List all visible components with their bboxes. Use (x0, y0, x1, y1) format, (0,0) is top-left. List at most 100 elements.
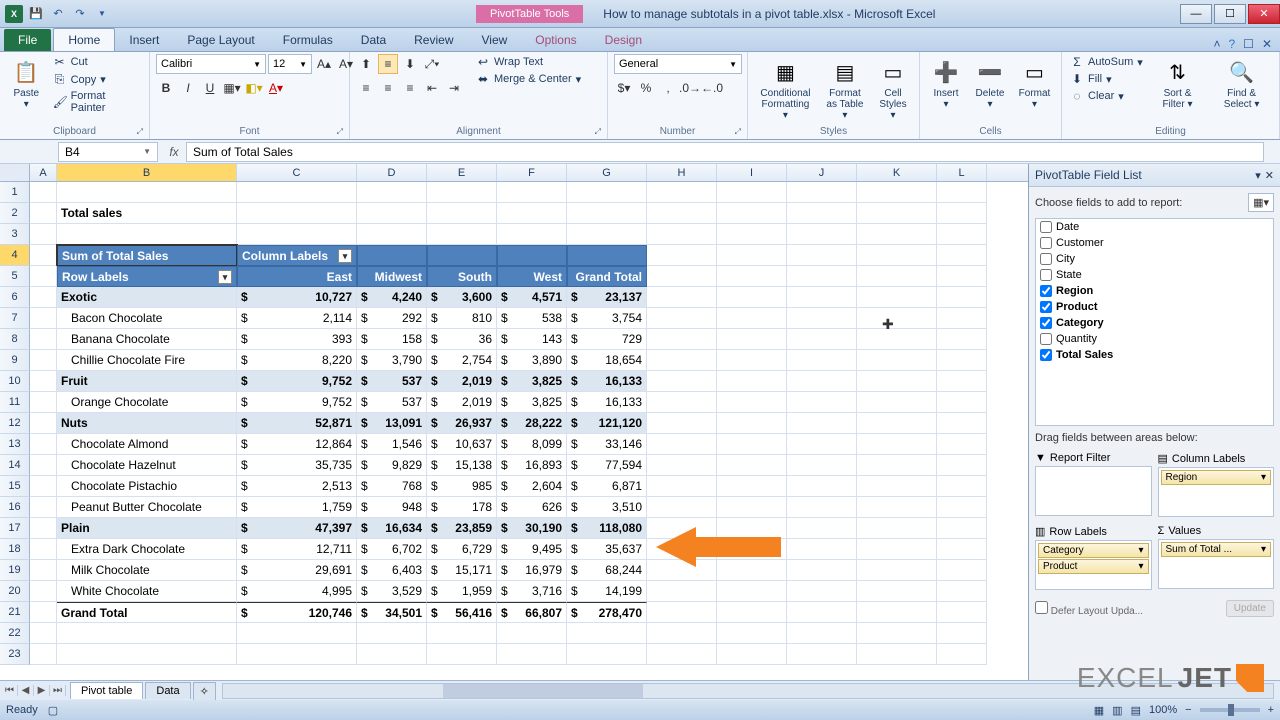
next-sheet-icon[interactable]: ▶ (34, 685, 50, 696)
dialog-launcher-icon[interactable]: ⤢ (337, 127, 343, 137)
grow-font-icon[interactable]: A▴ (314, 54, 334, 74)
decrease-decimal-icon[interactable]: ←.0 (702, 78, 722, 98)
new-sheet-icon[interactable]: ✧ (193, 682, 216, 700)
tab-page-layout[interactable]: Page Layout (173, 29, 268, 51)
prev-sheet-icon[interactable]: ◀ (18, 685, 34, 696)
values-area[interactable]: Sum of Total ...▾ (1158, 539, 1275, 589)
underline-button[interactable]: U (200, 78, 220, 98)
cut-button[interactable]: ✂Cut (51, 54, 143, 70)
tab-formulas[interactable]: Formulas (269, 29, 347, 51)
help-icon[interactable]: ? (1228, 37, 1235, 51)
sheet-tab-data[interactable]: Data (145, 682, 190, 699)
view-break-icon[interactable]: ▤ (1131, 704, 1141, 717)
copy-button[interactable]: ⎘Copy ▾ (51, 71, 143, 88)
format-painter-button[interactable]: 🖌Format Painter (51, 89, 143, 115)
row-labels-area[interactable]: Category▾Product▾ (1035, 540, 1152, 590)
zoom-level[interactable]: 100% (1149, 704, 1177, 716)
maximize-button[interactable]: ☐ (1214, 4, 1246, 24)
field-quantity[interactable]: Quantity (1036, 331, 1273, 347)
qat-dropdown-icon[interactable]: ▼ (92, 4, 112, 24)
zoom-slider[interactable] (1200, 708, 1260, 712)
font-name-combo[interactable]: Calibri▼ (156, 54, 266, 74)
field-total sales[interactable]: Total Sales (1036, 347, 1273, 363)
defer-layout-checkbox[interactable]: Defer Layout Upda... (1035, 601, 1143, 617)
last-sheet-icon[interactable]: ⏭ (50, 685, 66, 696)
tab-data[interactable]: Data (347, 29, 400, 51)
view-page-icon[interactable]: ▥ (1112, 704, 1122, 717)
tab-file[interactable]: File (4, 29, 51, 51)
orientation-icon[interactable]: ⤢▾ (422, 54, 442, 74)
wrap-text-button[interactable]: ↩Wrap Text (474, 54, 583, 70)
fill-button[interactable]: ⬇Fill ▾ (1068, 71, 1145, 87)
dialog-launcher-icon[interactable]: ⤢ (735, 127, 741, 137)
field-region[interactable]: Region (1036, 283, 1273, 299)
percent-icon[interactable]: % (636, 78, 656, 98)
align-center-icon[interactable]: ≡ (378, 78, 398, 98)
close-button[interactable]: ✕ (1248, 4, 1280, 24)
delete-cells-button[interactable]: ➖Delete ▾ (970, 54, 1010, 112)
field-date[interactable]: Date (1036, 219, 1273, 235)
increase-indent-icon[interactable]: ⇥ (444, 78, 464, 98)
tab-home[interactable]: Home (53, 28, 115, 51)
align-top-icon[interactable]: ⬆ (356, 54, 376, 74)
macro-record-icon[interactable]: ▢ (48, 704, 58, 717)
insert-cells-button[interactable]: ➕Insert ▾ (926, 54, 966, 112)
window-close-icon[interactable]: ✕ (1262, 37, 1272, 51)
worksheet[interactable]: ABCDEFGHIJKL 12Total sales34Sum of Total… (0, 164, 1028, 680)
field-city[interactable]: City (1036, 251, 1273, 267)
view-normal-icon[interactable]: ▦ (1094, 704, 1104, 717)
tab-view[interactable]: View (468, 29, 522, 51)
bold-button[interactable]: B (156, 78, 176, 98)
field-product[interactable]: Product (1036, 299, 1273, 315)
format-cells-button[interactable]: ▭Format ▾ (1014, 54, 1055, 112)
tab-options[interactable]: Options (521, 29, 590, 51)
zoom-in-icon[interactable]: + (1268, 704, 1274, 716)
italic-button[interactable]: I (178, 78, 198, 98)
redo-icon[interactable]: ↷ (70, 4, 90, 24)
number-format-combo[interactable]: General▼ (614, 54, 742, 74)
dialog-launcher-icon[interactable]: ⤢ (595, 127, 601, 137)
formula-input[interactable]: Sum of Total Sales (186, 142, 1264, 162)
align-left-icon[interactable]: ≡ (356, 78, 376, 98)
report-filter-area[interactable] (1035, 466, 1152, 516)
format-as-table-button[interactable]: ▤Format as Table ▾ (821, 54, 869, 123)
font-size-combo[interactable]: 12▼ (268, 54, 312, 74)
field-list-fields[interactable]: Date Customer City State Region Product … (1035, 218, 1274, 426)
align-bottom-icon[interactable]: ⬇ (400, 54, 420, 74)
field-category[interactable]: Category (1036, 315, 1273, 331)
undo-icon[interactable]: ↶ (48, 4, 68, 24)
tab-insert[interactable]: Insert (115, 29, 173, 51)
field-list-layout-button[interactable]: ▦▾ (1248, 193, 1274, 212)
dialog-launcher-icon[interactable]: ⤢ (137, 127, 143, 137)
sheet-tab-pivot[interactable]: Pivot table (70, 682, 143, 699)
name-box[interactable]: B4▼ (58, 142, 158, 162)
comma-icon[interactable]: , (658, 78, 678, 98)
align-right-icon[interactable]: ≡ (400, 78, 420, 98)
field-list-menu-icon[interactable]: ▾ (1255, 169, 1261, 182)
conditional-formatting-button[interactable]: ▦Conditional Formatting ▾ (754, 54, 817, 123)
minimize-button[interactable]: — (1180, 4, 1212, 24)
cell-styles-button[interactable]: ▭Cell Styles ▾ (873, 54, 913, 123)
fill-color-button[interactable]: ◧▾ (244, 78, 264, 98)
clear-button[interactable]: ◌Clear ▾ (1068, 88, 1145, 104)
window-restore-icon[interactable]: ☐ (1243, 37, 1254, 51)
autosum-button[interactable]: ΣAutoSum ▾ (1068, 54, 1145, 70)
decrease-indent-icon[interactable]: ⇤ (422, 78, 442, 98)
font-color-button[interactable]: A▾ (266, 78, 286, 98)
align-middle-icon[interactable]: ≡ (378, 54, 398, 74)
merge-center-button[interactable]: ⬌Merge & Center ▾ (474, 71, 583, 87)
save-icon[interactable]: 💾 (26, 4, 46, 24)
field-list-close-icon[interactable]: ✕ (1265, 169, 1274, 182)
fx-icon[interactable]: fx (162, 145, 186, 159)
field-state[interactable]: State (1036, 267, 1273, 283)
paste-button[interactable]: 📋 Paste ▾ (6, 54, 47, 112)
minimize-ribbon-icon[interactable]: ˄ (1213, 37, 1220, 51)
update-button[interactable]: Update (1226, 600, 1274, 617)
tab-design[interactable]: Design (591, 29, 656, 51)
find-select-button[interactable]: 🔍Find & Select ▾ (1210, 54, 1273, 112)
column-labels-area[interactable]: Region▾ (1158, 467, 1275, 517)
increase-decimal-icon[interactable]: .0→ (680, 78, 700, 98)
first-sheet-icon[interactable]: ⏮ (2, 685, 18, 696)
sort-filter-button[interactable]: ⇅Sort & Filter ▾ (1149, 54, 1206, 112)
field-customer[interactable]: Customer (1036, 235, 1273, 251)
